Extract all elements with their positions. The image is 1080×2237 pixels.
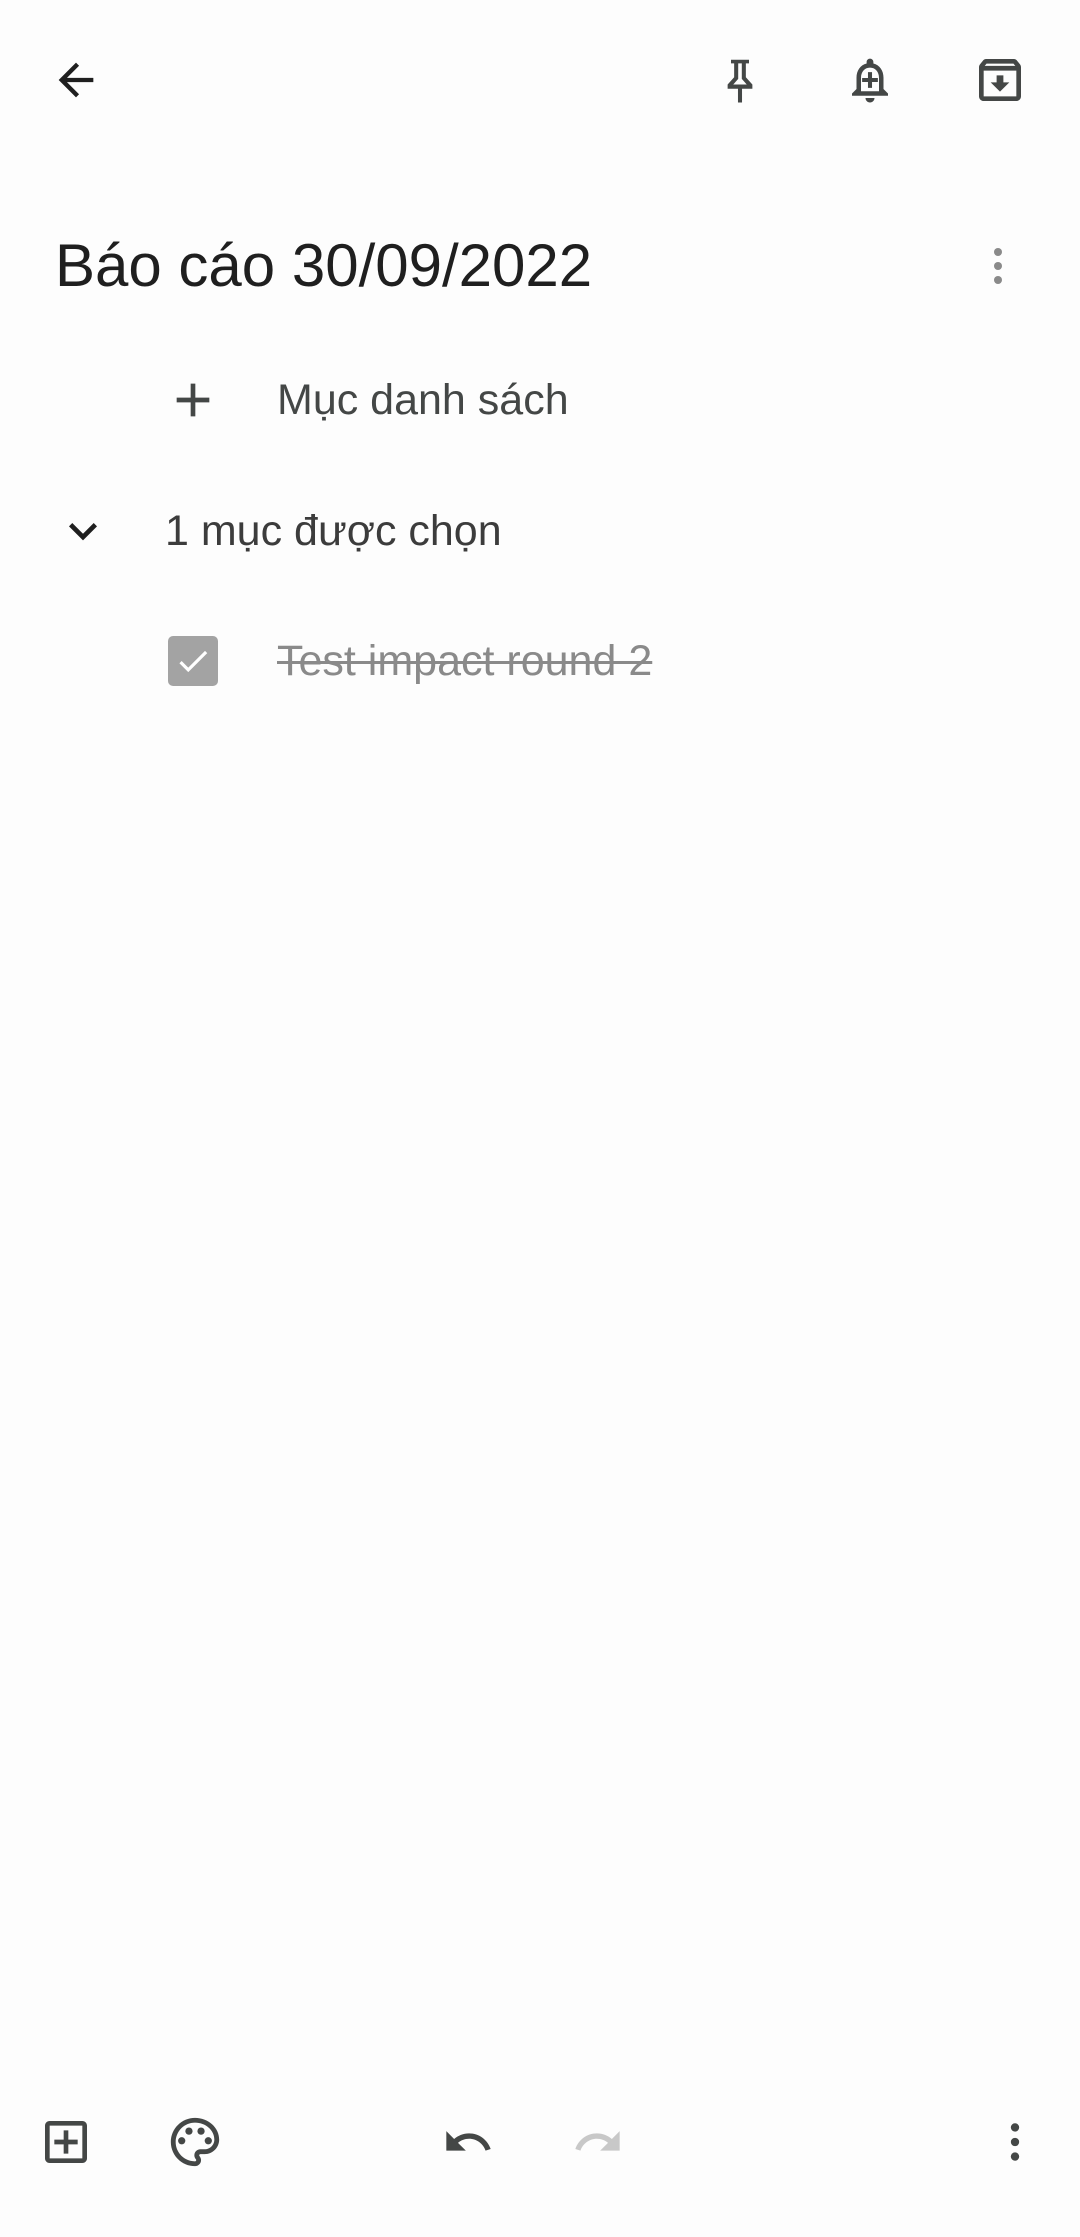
back-button[interactable] xyxy=(28,32,124,128)
chevron-down-icon[interactable] xyxy=(35,483,131,579)
check-icon xyxy=(179,650,208,673)
arrow-back-icon xyxy=(58,62,94,98)
list-item[interactable]: Test impact round 2 xyxy=(0,606,1080,716)
reminder-button[interactable] xyxy=(822,32,918,128)
checked-items-count-label: 1 mục được chọn xyxy=(165,506,502,555)
more-vert-icon xyxy=(1010,2123,1020,2161)
redo-button[interactable] xyxy=(550,2094,646,2190)
redo-icon xyxy=(575,2131,620,2151)
bottom-more-button[interactable] xyxy=(967,2094,1063,2190)
add-box-button[interactable] xyxy=(18,2094,114,2190)
more-vert-icon xyxy=(994,248,1002,284)
add-list-item-row[interactable]: Mục danh sách xyxy=(0,345,1080,455)
title-more-button[interactable] xyxy=(950,218,1046,314)
add-box-icon xyxy=(45,2121,87,2163)
checkbox-checked[interactable] xyxy=(168,636,218,686)
add-list-item-label: Mục danh sách xyxy=(277,375,569,424)
undo-button[interactable] xyxy=(420,2094,516,2190)
pin-icon xyxy=(727,59,753,103)
plus-icon xyxy=(145,352,241,448)
palette-button[interactable] xyxy=(147,2094,243,2190)
list-item-text[interactable]: Test impact round 2 xyxy=(277,606,652,716)
palette-icon xyxy=(170,2117,220,2167)
add-alert-icon xyxy=(852,58,888,103)
note-title[interactable]: Báo cáo 30/09/2022 xyxy=(55,226,592,306)
checked-items-header[interactable]: 1 mục được chọn xyxy=(0,476,1080,586)
undo-icon xyxy=(446,2131,491,2151)
archive-button[interactable] xyxy=(952,32,1048,128)
note-editor-screen: Báo cáo 30/09/2022 Mục danh sách 1 mục đ… xyxy=(0,0,1080,2237)
pin-button[interactable] xyxy=(692,32,788,128)
archive-icon xyxy=(979,59,1021,101)
